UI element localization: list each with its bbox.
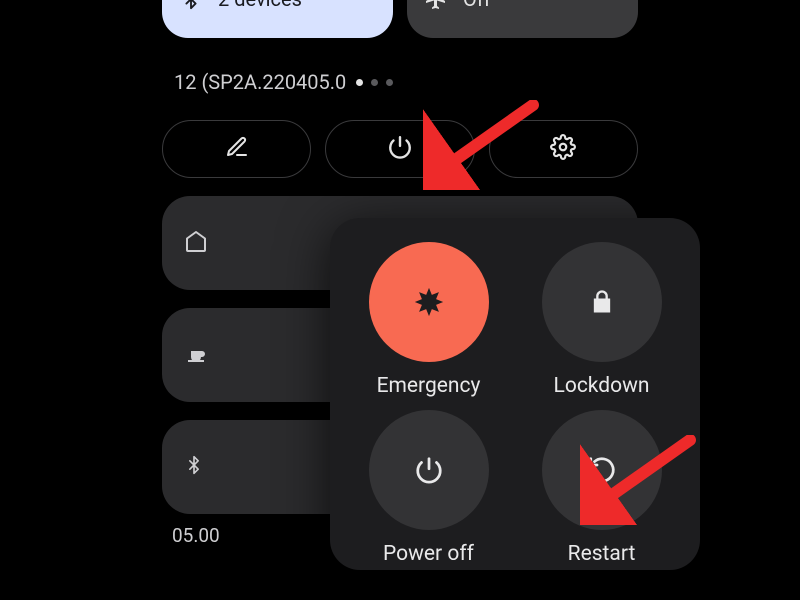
dot-1 (356, 79, 363, 86)
power-off-label: Power off (383, 542, 474, 566)
restart-label: Restart (568, 542, 636, 566)
power-menu: Emergency Lockdown Power off Restart (330, 218, 700, 570)
emergency-label: Emergency (377, 374, 481, 398)
bluetooth-icon (178, 0, 204, 12)
airplane-label: Off (463, 0, 491, 11)
bluetooth-icon (184, 452, 204, 483)
build-info: 12 (SP2A.220405.0 (150, 70, 650, 94)
edit-button[interactable] (162, 120, 311, 178)
emergency-button[interactable]: Emergency (348, 242, 509, 398)
restart-button[interactable]: Restart (521, 410, 682, 566)
build-text: 12 (SP2A.220405.0 (174, 70, 346, 94)
airplane-tile[interactable]: Off (407, 0, 638, 38)
lock-icon (542, 242, 662, 362)
airplane-icon (423, 0, 449, 12)
power-off-button[interactable]: Power off (348, 410, 509, 566)
coffee-icon (184, 341, 208, 370)
emergency-icon (369, 242, 489, 362)
bluetooth-tile[interactable]: 2 devices (162, 0, 393, 38)
home-icon (184, 229, 208, 258)
qs-action-row (150, 120, 650, 178)
lockdown-label: Lockdown (554, 374, 650, 398)
page-dots (356, 79, 393, 86)
gear-icon (550, 134, 576, 164)
power-icon (369, 410, 489, 530)
settings-button[interactable] (489, 120, 638, 178)
restart-icon (542, 410, 662, 530)
pencil-icon (225, 135, 249, 163)
power-icon (387, 134, 413, 164)
dot-2 (371, 79, 378, 86)
dot-3 (386, 79, 393, 86)
quick-settings-row: 2 devices Off (150, 0, 650, 38)
bluetooth-label: 2 devices (218, 0, 302, 11)
power-button[interactable] (325, 120, 474, 178)
lockdown-button[interactable]: Lockdown (521, 242, 682, 398)
